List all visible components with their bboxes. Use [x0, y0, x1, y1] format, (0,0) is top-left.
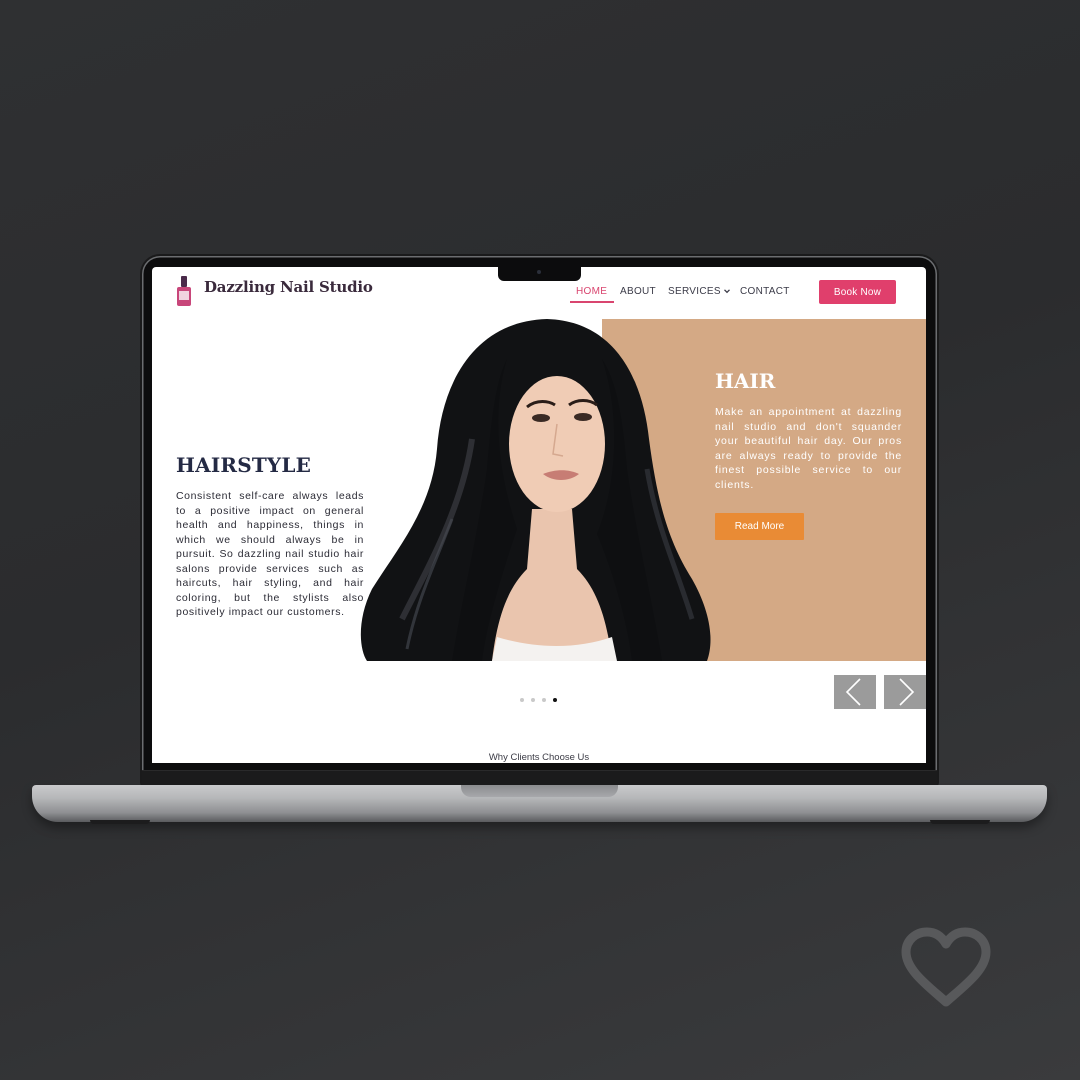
hairstyle-heading: HAIRSTYLE: [176, 453, 312, 477]
read-more-button[interactable]: Read More: [715, 513, 804, 540]
nav-home[interactable]: HOME: [576, 286, 607, 297]
laptop-foot: [90, 820, 150, 824]
brand-name[interactable]: Dazzling Nail Studio: [204, 278, 373, 296]
arrow-left-icon: [845, 678, 861, 706]
camera-notch: [498, 267, 581, 281]
hair-heading: HAIR: [715, 369, 776, 393]
nail-polish-logo-icon[interactable]: [176, 276, 192, 306]
section-caption: Why Clients Choose Us: [488, 752, 590, 763]
nav-active-underline: [570, 301, 614, 303]
hair-description: Make an appointment at dazzling nail stu…: [715, 406, 902, 491]
hairstyle-description: Consistent self-care always leads to a p…: [176, 490, 364, 618]
book-now-button[interactable]: Book Now: [819, 280, 896, 304]
chevron-down-icon[interactable]: [723, 287, 731, 295]
nav-about[interactable]: ABOUT: [620, 286, 656, 297]
nav-services[interactable]: SERVICES: [668, 286, 721, 297]
slider-dot[interactable]: [531, 698, 535, 702]
slider-dot[interactable]: [542, 698, 546, 702]
slider-dot-active[interactable]: [553, 698, 557, 702]
hero-woman-image: [360, 319, 711, 661]
slider-dots: [520, 698, 557, 702]
heart-icon[interactable]: [898, 926, 994, 1008]
laptop-opening-notch: [461, 785, 618, 797]
slider-next-button[interactable]: [884, 675, 926, 709]
slider-prev-button[interactable]: [834, 675, 876, 709]
camera-lens: [537, 270, 541, 274]
laptop-foot: [930, 820, 990, 824]
slider-dot[interactable]: [520, 698, 524, 702]
nav-contact[interactable]: CONTACT: [740, 286, 790, 297]
website-screen: Dazzling Nail Studio HOME ABOUT SERVICES…: [152, 267, 926, 763]
arrow-right-icon: [899, 678, 915, 706]
